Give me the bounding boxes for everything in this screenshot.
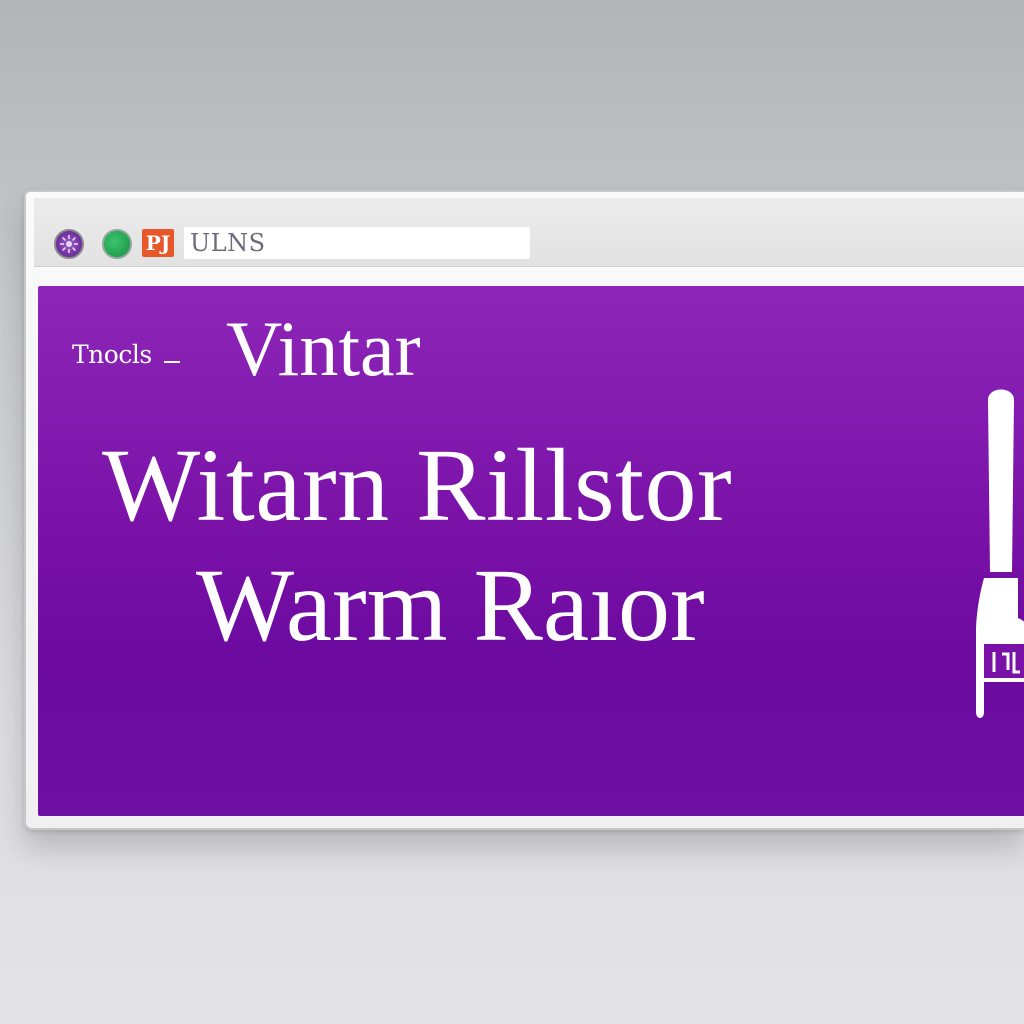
banner-heading-main: Witarn Rillstor: [102, 428, 733, 543]
banner: Tnocls Vintar Witarn Rillstor Warm Raıor: [38, 286, 1024, 816]
title-bar: PJ ULNS: [34, 198, 1024, 267]
gear-icon[interactable]: [54, 229, 84, 259]
address-bar[interactable]: ULNS: [184, 227, 530, 259]
favicon: PJ: [142, 229, 174, 257]
green-dot-icon[interactable]: [102, 229, 132, 259]
browser-window: PJ ULNS Tnocls Vintar Witarn Rillstor Wa…: [24, 190, 1024, 830]
banner-small-label: Tnocls: [72, 340, 180, 369]
banner-heading-sub: Warm Raıor: [196, 548, 705, 663]
banner-heading-top: Vintar: [226, 305, 421, 392]
brush-icon: [976, 389, 1024, 718]
